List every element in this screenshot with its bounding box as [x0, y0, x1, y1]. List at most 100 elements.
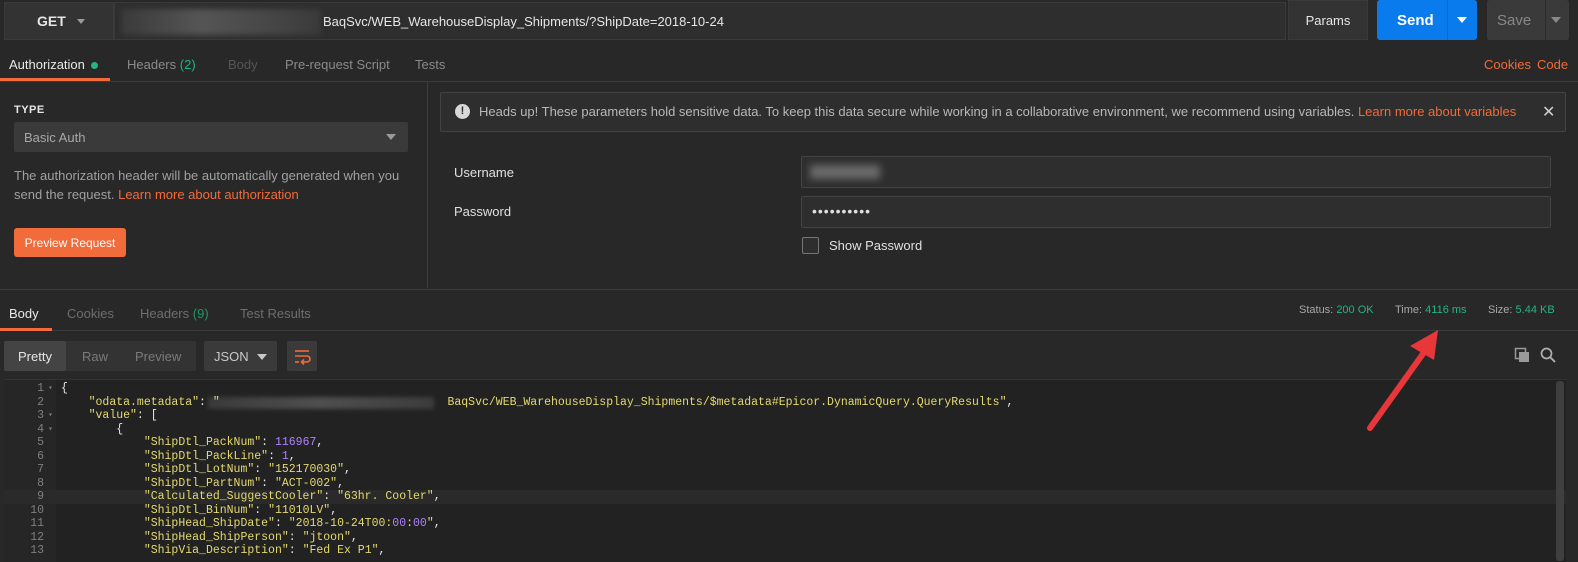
password-field[interactable]: ••••••••••: [801, 196, 1551, 228]
tab-tests[interactable]: Tests: [415, 57, 445, 72]
copy-icon[interactable]: [1514, 347, 1530, 366]
code-text: {: [61, 422, 124, 436]
code-text: "ShipDtl_PackNum": 116967,: [143, 436, 324, 449]
chevron-down-icon: [386, 134, 396, 140]
auth-description: The authorization header will be automat…: [14, 166, 404, 204]
code-line: 7 "ShipDtl_LotNum": "152170030",: [4, 463, 1566, 477]
line-number: 5: [37, 436, 44, 449]
line-number: 1: [37, 382, 44, 395]
fold-icon[interactable]: ▾: [48, 382, 53, 396]
raw-button[interactable]: Raw: [82, 349, 108, 364]
send-dropdown-icon[interactable]: [1457, 17, 1467, 23]
time-label: Time:: [1395, 304, 1423, 316]
tab-prerequest[interactable]: Pre-request Script: [285, 57, 390, 72]
tab-response-headers-label: Headers: [140, 306, 190, 321]
code-line: 1 ▾ {: [4, 382, 1566, 396]
show-password-checkbox[interactable]: [802, 237, 819, 254]
code-line: 4 ▾ {: [4, 423, 1566, 437]
code-line: 2 "odata.metadata": " BaqSvc/WEB_Warehou…: [4, 396, 1566, 410]
method-select[interactable]: GET: [4, 2, 114, 40]
chevron-down-icon: [257, 354, 267, 360]
fold-icon[interactable]: ▾: [48, 409, 53, 423]
send-label: Send: [1397, 12, 1434, 29]
status-label: Status:: [1299, 304, 1334, 316]
tab-headers[interactable]: Headers (2): [127, 57, 196, 72]
pretty-label: Pretty: [18, 349, 52, 364]
tab-headers-label: Headers: [127, 57, 177, 72]
code-text: "ShipHead_ShipPerson": "jtoon",: [143, 530, 358, 544]
status-readout: Status: 200 OK: [1299, 304, 1374, 316]
learn-variables-link[interactable]: Learn more about variables: [1358, 104, 1516, 119]
code-line: 5 "ShipDtl_PackNum": 116967,: [4, 436, 1566, 450]
url-input[interactable]: BaqSvc/WEB_WarehouseDisplay_Shipments/?S…: [114, 2, 1286, 40]
annotation-arrow-icon: [1367, 330, 1438, 431]
code-line: 3 ▾ "value": [: [4, 409, 1566, 423]
code-link[interactable]: Code: [1537, 57, 1568, 72]
auth-desc-line2: send the request.: [14, 187, 115, 202]
preview-button[interactable]: Preview: [135, 349, 181, 364]
tab-test-results[interactable]: Test Results: [240, 306, 311, 321]
request-tabs: Authorization Headers (2) Body Pre-reque…: [0, 46, 1578, 82]
size-value: 5.44 KB: [1515, 304, 1555, 316]
tab-authorization[interactable]: Authorization: [9, 57, 98, 72]
cookies-link[interactable]: Cookies: [1484, 57, 1531, 72]
search-icon[interactable]: [1540, 347, 1556, 366]
learn-auth-link[interactable]: Learn more about authorization: [118, 187, 299, 202]
auth-type-select[interactable]: Basic Auth: [14, 122, 408, 152]
line-number: 9: [37, 490, 44, 503]
chevron-down-icon: [77, 19, 85, 24]
status-value: 200 OK: [1336, 304, 1374, 316]
line-number: 7: [37, 463, 44, 476]
line-number: 4: [37, 422, 44, 436]
code-text: "ShipVia_Description": "Fed Ex P1",: [143, 544, 386, 557]
line-number: 10: [30, 503, 44, 517]
line-number: 12: [30, 530, 44, 544]
send-divider: [1447, 0, 1448, 40]
info-icon: !: [455, 104, 470, 119]
pretty-button[interactable]: Pretty: [4, 341, 66, 371]
wrap-lines-button[interactable]: [287, 341, 317, 371]
code-text: "ShipDtl_LotNum": "152170030",: [143, 463, 351, 476]
line-number: 8: [37, 476, 44, 490]
preview-request-button[interactable]: Preview Request: [14, 228, 126, 257]
tab-response-cookies[interactable]: Cookies: [67, 306, 114, 321]
active-response-tab-indicator: [0, 328, 52, 331]
url-text: BaqSvc/WEB_WarehouseDisplay_Shipments/?S…: [323, 14, 724, 29]
tab-response-body[interactable]: Body: [9, 306, 39, 321]
save-divider: [1545, 0, 1546, 40]
tab-authorization-label: Authorization: [9, 57, 85, 72]
code-line: 6 "ShipDtl_PackLine": 1,: [4, 450, 1566, 464]
save-button[interactable]: Save: [1487, 0, 1569, 40]
format-select[interactable]: JSON: [204, 341, 277, 371]
code-text: "odata.metadata": " BaqSvc/WEB_Warehouse…: [88, 395, 1014, 409]
code-text: {: [61, 382, 68, 395]
warning-message: Heads up! These parameters hold sensitiv…: [479, 104, 1355, 119]
fold-icon[interactable]: ▾: [48, 423, 53, 437]
tab-response-headers[interactable]: Headers (9): [140, 306, 209, 321]
response-body-editor[interactable]: 1 ▾ {2 "odata.metadata": " BaqSvc/WEB_Ware…: [4, 379, 1566, 562]
code-line: 9 "Calculated_SuggestCooler": "63hr. Coo…: [4, 490, 1566, 504]
tab-body[interactable]: Body: [228, 57, 258, 72]
show-password-label[interactable]: Show Password: [829, 238, 922, 253]
save-dropdown-icon[interactable]: [1551, 17, 1561, 23]
response-headers-count: (9): [192, 306, 209, 321]
line-number: 3: [37, 409, 44, 422]
line-number: 13: [30, 544, 44, 557]
size-readout: Size: 5.44 KB: [1488, 304, 1555, 316]
line-number: 11: [30, 517, 44, 530]
code-line: 10 "ShipDtl_BinNum": "11010LV",: [4, 504, 1566, 518]
line-number: 6: [37, 449, 44, 463]
code-text: "ShipDtl_PartNum": "ACT-002",: [143, 476, 344, 490]
code-line: 13 "ShipVia_Description": "Fed Ex P1",: [4, 544, 1566, 558]
size-label: Size:: [1488, 304, 1513, 316]
editor-scrollbar[interactable]: [1556, 381, 1564, 561]
redacted-host: [121, 9, 321, 35]
send-button[interactable]: Send: [1377, 0, 1477, 40]
active-tab-indicator: [0, 78, 110, 81]
type-heading: TYPE: [14, 104, 45, 116]
method-label: GET: [37, 13, 66, 29]
code-text: "ShipDtl_PackLine": 1,: [143, 449, 296, 463]
close-icon[interactable]: ✕: [1542, 102, 1555, 122]
username-field[interactable]: [801, 156, 1551, 188]
params-button[interactable]: Params: [1288, 0, 1368, 40]
